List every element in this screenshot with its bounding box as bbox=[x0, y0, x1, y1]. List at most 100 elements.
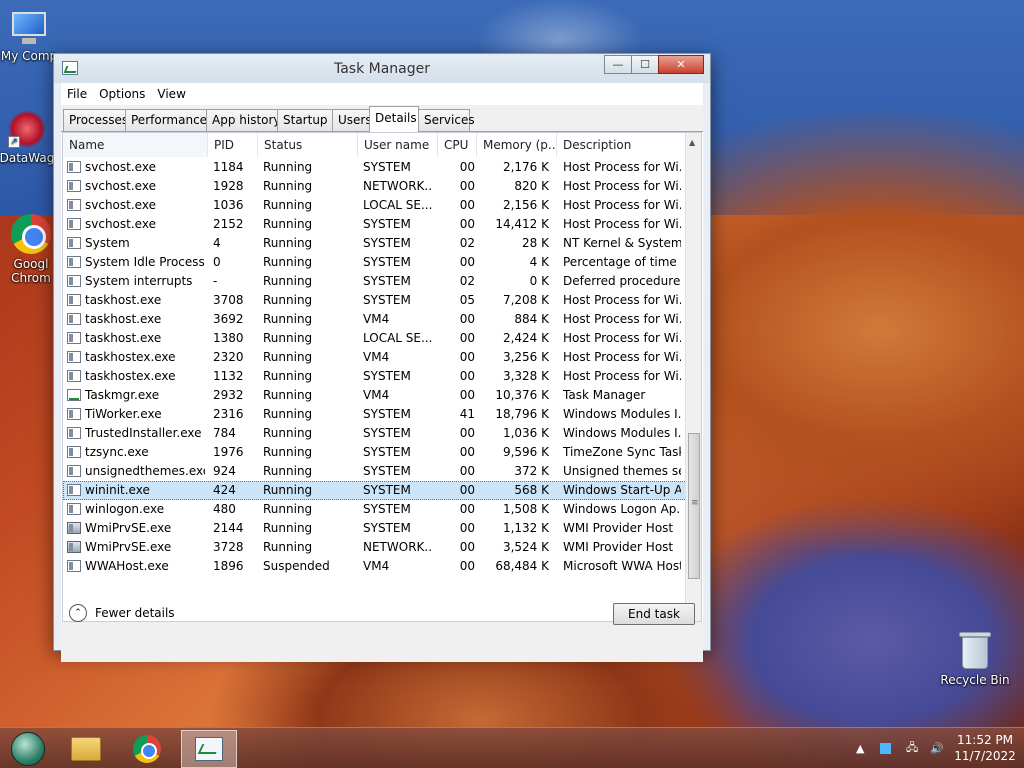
cell-description: WMI Provider Host bbox=[563, 521, 674, 535]
scroll-up-arrow-icon[interactable]: ▲ bbox=[689, 138, 695, 147]
menu-options[interactable]: Options bbox=[93, 87, 151, 101]
cell-status: Running bbox=[263, 350, 313, 364]
table-row[interactable]: TrustedInstaller.exe 784 Running SYSTEM 00 1,… bbox=[63, 424, 687, 443]
column-header-pid[interactable]: PID bbox=[208, 133, 258, 157]
process-icon bbox=[67, 161, 81, 173]
clock[interactable]: 11:52 PM 11/7/2022 bbox=[952, 732, 1018, 764]
table-row[interactable]: tzsync.exe 1976 Running SYSTEM 00 9,596 K Time… bbox=[63, 443, 687, 462]
table-row[interactable]: taskhostex.exe 2320 Running VM4 00 3,256 K Hos… bbox=[63, 348, 687, 367]
table-row[interactable]: svchost.exe 1036 Running LOCAL SE... 00 2,156… bbox=[63, 196, 687, 215]
table-row[interactable]: taskhost.exe 3708 Running SYSTEM 05 7,208 K Ho… bbox=[63, 291, 687, 310]
tab-performance[interactable]: Performance bbox=[125, 109, 207, 131]
process-icon bbox=[67, 446, 81, 458]
table-row[interactable]: unsignedthemes.exe 924 Running SYSTEM 00 372 … bbox=[63, 462, 687, 481]
taskbar-explorer[interactable] bbox=[58, 730, 114, 768]
computer-icon bbox=[8, 10, 50, 46]
table-row[interactable]: wininit.exe 424 Running SYSTEM 00 568 K Window… bbox=[63, 481, 687, 500]
table-row[interactable]: Taskmgr.exe 2932 Running VM4 00 10,376 K Task … bbox=[63, 386, 687, 405]
cell-user-name: VM4 bbox=[363, 388, 390, 402]
cell-name: svchost.exe bbox=[85, 198, 156, 212]
table-row[interactable]: winlogon.exe 480 Running SYSTEM 00 1,508 K Win… bbox=[63, 500, 687, 519]
table-row[interactable]: svchost.exe 1928 Running NETWORK... 00 820 K H… bbox=[63, 177, 687, 196]
cell-memory: 0 K bbox=[529, 274, 549, 288]
table-row[interactable]: taskhost.exe 1380 Running LOCAL SE... 00 2,42… bbox=[63, 329, 687, 348]
shortcut-arrow-icon: ↗ bbox=[8, 136, 20, 148]
cell-description: Windows Logon Ap... bbox=[563, 502, 681, 516]
tab-startup[interactable]: Startup bbox=[277, 109, 333, 131]
cell-user-name: NETWORK... bbox=[363, 179, 433, 193]
cell-status: Suspended bbox=[263, 559, 330, 573]
cell-memory: 3,256 K bbox=[502, 350, 549, 364]
cell-user-name: SYSTEM bbox=[363, 483, 411, 497]
process-icon bbox=[67, 408, 81, 420]
cell-user-name: SYSTEM bbox=[363, 426, 411, 440]
volume-icon[interactable]: 🔊 bbox=[930, 728, 944, 768]
action-center-icon[interactable] bbox=[880, 728, 891, 768]
process-icon bbox=[67, 427, 81, 439]
menu-file[interactable]: File bbox=[61, 87, 93, 101]
tab-app-history[interactable]: App history bbox=[206, 109, 281, 131]
maximize-button[interactable]: ☐ bbox=[631, 55, 659, 74]
column-header-memory[interactable]: Memory (p... bbox=[477, 133, 557, 157]
tab-details[interactable]: Details bbox=[369, 106, 419, 132]
end-task-button[interactable]: End task bbox=[613, 603, 695, 625]
table-row[interactable]: WmiPrvSE.exe 3728 Running NETWORK... 00 3,524… bbox=[63, 538, 687, 557]
table-row[interactable]: WWAHost.exe 1896 Suspended VM4 00 68,484 K Mic… bbox=[63, 557, 687, 576]
network-icon[interactable]: 🖧 bbox=[906, 728, 918, 768]
close-button[interactable]: ✕ bbox=[658, 55, 704, 74]
cell-memory: 3,328 K bbox=[502, 369, 549, 383]
cell-cpu: 00 bbox=[459, 540, 475, 554]
process-icon bbox=[67, 522, 81, 534]
cell-description: Windows Start-Up A... bbox=[563, 483, 681, 497]
cell-cpu: 00 bbox=[459, 502, 475, 516]
table-row[interactable]: taskhost.exe 3692 Running VM4 00 884 K Host Pr… bbox=[63, 310, 687, 329]
tab-processes[interactable]: Processes bbox=[63, 109, 128, 131]
cell-memory: 372 K bbox=[514, 464, 549, 478]
column-header-status[interactable]: Status bbox=[258, 133, 358, 157]
table-row[interactable]: System 4 Running SYSTEM 02 28 K NT Kernel & Sy… bbox=[63, 234, 687, 253]
tab-services[interactable]: Services bbox=[418, 109, 475, 131]
chrome-icon bbox=[11, 214, 51, 254]
cell-pid: 1976 bbox=[213, 445, 244, 459]
desktop-icon-label: Recycle Bin bbox=[940, 673, 1010, 687]
cell-pid: 2932 bbox=[213, 388, 244, 402]
minimize-button[interactable]: — bbox=[604, 55, 632, 74]
cell-status: Running bbox=[263, 407, 313, 421]
column-header-description[interactable]: Description bbox=[557, 133, 687, 157]
chrome-icon bbox=[133, 735, 161, 763]
desktop-icon-recycle-bin[interactable]: Recycle Bin bbox=[938, 630, 1012, 687]
cell-user-name: SYSTEM bbox=[363, 274, 411, 288]
table-row[interactable]: svchost.exe 1184 Running SYSTEM 00 2,176 K Hos… bbox=[63, 158, 687, 177]
column-header-name[interactable]: Name bbox=[63, 133, 208, 157]
cell-name: wininit.exe bbox=[85, 483, 150, 497]
process-icon bbox=[67, 560, 81, 572]
scrollbar-thumb[interactable]: ≡ bbox=[688, 433, 700, 579]
table-row[interactable]: taskhostex.exe 1132 Running SYSTEM 00 3,328 K… bbox=[63, 367, 687, 386]
table-row[interactable]: WmiPrvSE.exe 2144 Running SYSTEM 00 1,132 K WM… bbox=[63, 519, 687, 538]
cell-cpu: 02 bbox=[459, 274, 475, 288]
cell-description: Host Process for Wi... bbox=[563, 198, 681, 212]
cell-pid: 1184 bbox=[213, 160, 244, 174]
table-row[interactable]: System Idle Process 0 Running SYSTEM 00 4 K Pe… bbox=[63, 253, 687, 272]
cell-name: Taskmgr.exe bbox=[85, 388, 160, 402]
show-hidden-icons-icon[interactable]: ▲ bbox=[856, 728, 864, 768]
taskbar-chrome[interactable] bbox=[119, 730, 175, 768]
start-button[interactable] bbox=[0, 730, 56, 768]
fewer-details-button[interactable]: ⌃ Fewer details bbox=[69, 601, 175, 625]
vertical-scrollbar[interactable]: ▲ ≡ ▼ bbox=[685, 133, 701, 621]
table-row[interactable]: System interrupts - Running SYSTEM 02 0 K Defe… bbox=[63, 272, 687, 291]
table-row[interactable]: svchost.exe 2152 Running SYSTEM 00 14,412 K Ho… bbox=[63, 215, 687, 234]
cell-memory: 9,596 K bbox=[502, 445, 549, 459]
cell-status: Running bbox=[263, 236, 313, 250]
taskbar-task-manager[interactable] bbox=[181, 730, 237, 768]
title-bar[interactable]: Task Manager — ☐ ✕ bbox=[54, 54, 710, 83]
tab-users[interactable]: Users bbox=[332, 109, 372, 131]
table-row[interactable]: TiWorker.exe 2316 Running SYSTEM 41 18,796 K W… bbox=[63, 405, 687, 424]
menu-view[interactable]: View bbox=[151, 87, 191, 101]
column-header-user-name[interactable]: User name bbox=[358, 133, 438, 157]
cell-status: Running bbox=[263, 293, 313, 307]
task-manager-window: Task Manager — ☐ ✕ File Options View Pro… bbox=[53, 53, 711, 662]
start-orb-icon bbox=[11, 732, 45, 766]
cell-status: Running bbox=[263, 160, 313, 174]
column-header-cpu[interactable]: CPU bbox=[438, 133, 477, 157]
